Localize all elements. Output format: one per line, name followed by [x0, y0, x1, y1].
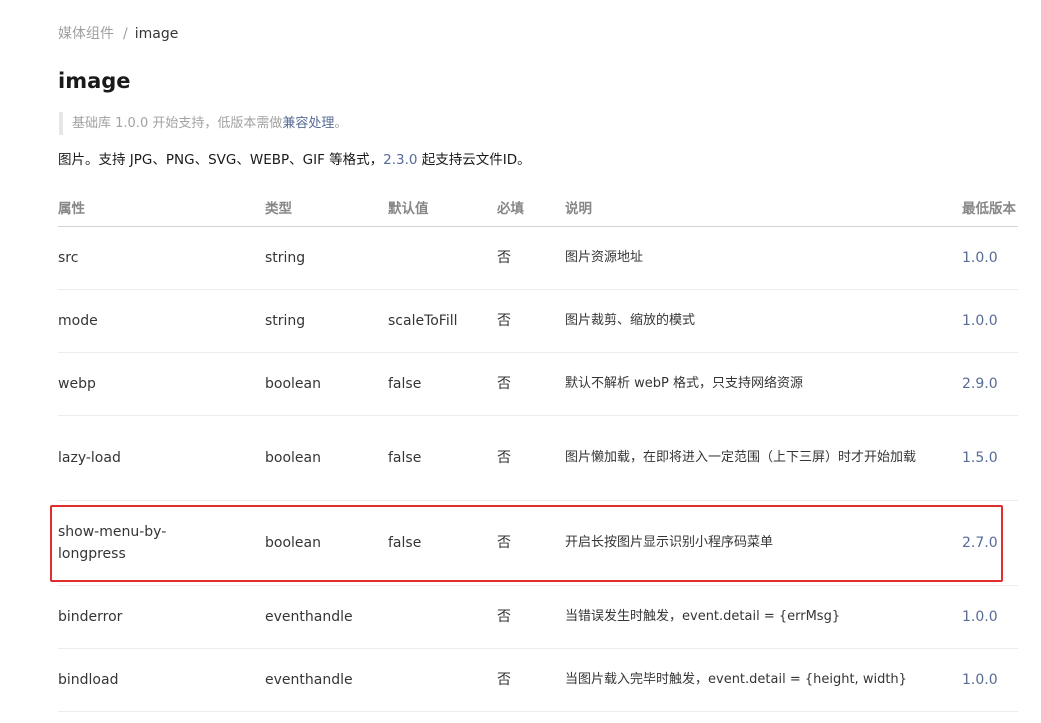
- table-row: src string 否 图片资源地址 1.0.0: [58, 226, 1018, 290]
- column-header-attribute: 属性: [58, 188, 265, 227]
- attribute-default: [388, 226, 497, 290]
- column-header-description: 说明: [565, 188, 962, 227]
- support-note-text: 基础库 1.0.0 开始支持，低版本需做: [72, 116, 283, 131]
- description-text: 图片。支持 JPG、PNG、SVG、WEBP、GIF 等格式，: [58, 152, 384, 168]
- attribute-type: string: [265, 226, 388, 290]
- attribute-default: false: [388, 500, 497, 586]
- attribute-name: webp: [58, 352, 265, 416]
- attribute-type: eventhandle: [265, 648, 388, 712]
- attribute-min-version[interactable]: 1.5.0: [962, 415, 1018, 501]
- attribute-type: boolean: [265, 415, 388, 501]
- attribute-required: 否: [497, 289, 565, 353]
- table-row: webp boolean false 否 默认不解析 webP 格式，只支持网络…: [58, 352, 1018, 416]
- column-header-required: 必填: [497, 188, 565, 227]
- attribute-description: 图片资源地址: [565, 226, 962, 290]
- attribute-name: mode: [58, 289, 265, 353]
- attribute-default: [388, 585, 497, 649]
- support-note-suffix: 。: [334, 116, 348, 131]
- attribute-required: 否: [497, 585, 565, 649]
- attribute-required: 否: [497, 352, 565, 416]
- attribute-min-version[interactable]: 1.0.0: [962, 648, 1018, 712]
- table-row: binderror eventhandle 否 当错误发生时触发，event.d…: [58, 585, 1018, 649]
- table-header-row: 属性 类型 默认值 必填 说明 最低版本: [58, 188, 1018, 227]
- attribute-required: 否: [497, 415, 565, 501]
- attribute-min-version[interactable]: 2.9.0: [962, 352, 1018, 416]
- attribute-name: lazy-load: [58, 415, 265, 501]
- breadcrumb: 媒体组件 / image: [58, 24, 178, 44]
- column-header-type: 类型: [265, 188, 388, 227]
- attribute-required: 否: [497, 226, 565, 290]
- attribute-type: eventhandle: [265, 585, 388, 649]
- properties-table: 属性 类型 默认值 必填 说明 最低版本 src string 否 图片资源地址…: [58, 188, 1018, 712]
- attribute-min-version[interactable]: 1.0.0: [962, 226, 1018, 290]
- component-description: 图片。支持 JPG、PNG、SVG、WEBP、GIF 等格式，2.3.0 起支持…: [58, 150, 531, 170]
- attribute-description: 开启长按图片显示识别小程序码菜单: [565, 500, 962, 586]
- attribute-name: src: [58, 226, 265, 290]
- attribute-type: boolean: [265, 500, 388, 586]
- cloud-file-version: 2.3.0: [383, 152, 418, 168]
- page-title: image: [58, 69, 131, 93]
- attribute-default: [388, 648, 497, 712]
- attribute-description: 默认不解析 webP 格式，只支持网络资源: [565, 352, 962, 416]
- attribute-description: 图片懒加载，在即将进入一定范围（上下三屏）时才开始加载: [565, 415, 962, 501]
- attribute-description: 图片裁剪、缩放的模式: [565, 289, 962, 353]
- attribute-name: show-menu-by-longpress: [58, 500, 265, 586]
- attribute-min-version[interactable]: 1.0.0: [962, 585, 1018, 649]
- description-suffix: 起支持云文件ID。: [417, 152, 531, 168]
- breadcrumb-separator: /: [123, 26, 128, 42]
- attribute-min-version[interactable]: 2.7.0: [962, 500, 1018, 586]
- attribute-min-version[interactable]: 1.0.0: [962, 289, 1018, 353]
- table-row: mode string scaleToFill 否 图片裁剪、缩放的模式 1.0…: [58, 289, 1018, 353]
- column-header-default: 默认值: [388, 188, 497, 227]
- attribute-default: false: [388, 352, 497, 416]
- attribute-description: 当图片载入完毕时触发，event.detail = {height, width…: [565, 648, 962, 712]
- table-row-highlighted: show-menu-by-longpress boolean false 否 开…: [58, 500, 1018, 586]
- breadcrumb-parent-link[interactable]: 媒体组件: [58, 26, 114, 42]
- support-note: 基础库 1.0.0 开始支持，低版本需做兼容处理。: [59, 112, 347, 135]
- attribute-required: 否: [497, 500, 565, 586]
- attribute-type: string: [265, 289, 388, 353]
- compatibility-link[interactable]: 兼容处理: [282, 116, 334, 131]
- attribute-default: false: [388, 415, 497, 501]
- attribute-name: binderror: [58, 585, 265, 649]
- breadcrumb-current: image: [134, 26, 179, 42]
- attribute-name: bindload: [58, 648, 265, 712]
- column-header-min-version: 最低版本: [962, 188, 1018, 227]
- table-row: bindload eventhandle 否 当图片载入完毕时触发，event.…: [58, 648, 1018, 712]
- attribute-required: 否: [497, 648, 565, 712]
- attribute-description: 当错误发生时触发，event.detail = {errMsg}: [565, 585, 962, 649]
- attribute-type: boolean: [265, 352, 388, 416]
- attribute-default: scaleToFill: [388, 289, 497, 353]
- table-row: lazy-load boolean false 否 图片懒加载，在即将进入一定范…: [58, 415, 1018, 501]
